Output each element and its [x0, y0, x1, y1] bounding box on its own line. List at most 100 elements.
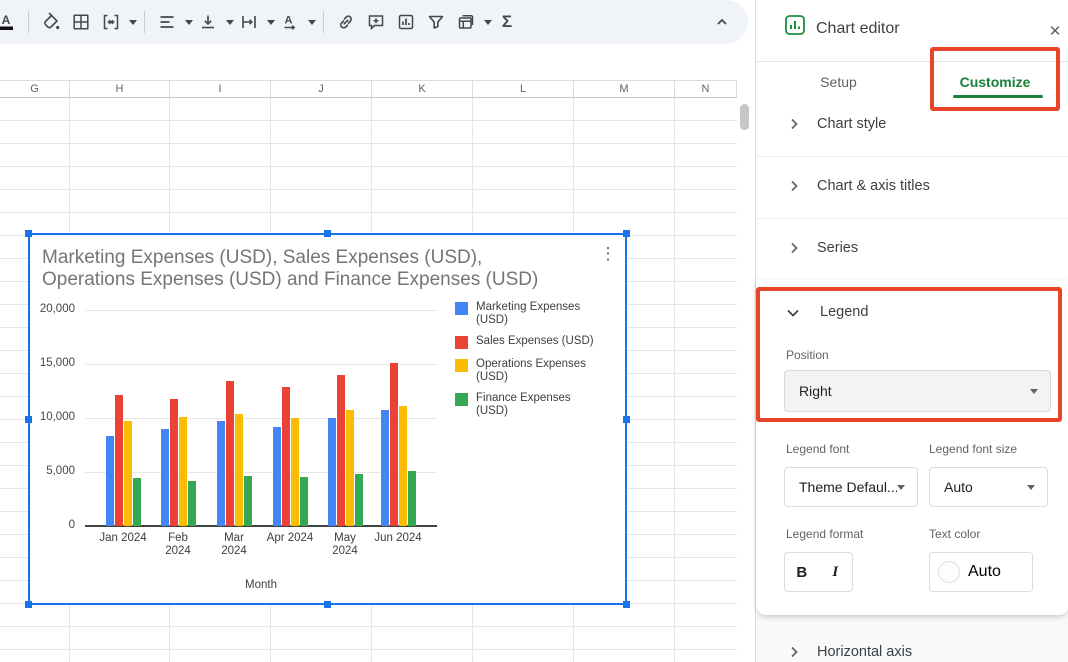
insert-link-icon[interactable]	[333, 8, 359, 36]
fill-color-icon[interactable]	[38, 8, 64, 36]
bar-sales-apr-2024	[282, 387, 290, 526]
chart-handle-top-left[interactable]	[25, 230, 32, 237]
text-color-icon[interactable]: A	[0, 8, 19, 36]
column-header-I[interactable]: I	[170, 81, 271, 97]
legend-position-dropdown[interactable]: Right	[784, 370, 1051, 412]
column-header-M[interactable]: M	[574, 81, 675, 97]
legend-swatch	[455, 336, 468, 349]
svg-text:A: A	[285, 15, 293, 27]
legend-format-label: Legend format	[786, 527, 863, 541]
chart-handle-top-mid[interactable]	[324, 230, 331, 237]
chart-handle-bottom-left[interactable]	[25, 601, 32, 608]
column-header-G[interactable]: G	[0, 81, 70, 97]
legend-entry: Marketing Expenses (USD)	[455, 301, 615, 326]
chart-editor-icon	[784, 14, 806, 41]
chart-handle-mid-left[interactable]	[25, 416, 32, 423]
y-tick-label: 15,000	[30, 357, 75, 369]
insert-chart-icon[interactable]	[393, 8, 419, 36]
bar-marketing-may-2024	[328, 418, 336, 526]
bar-finance-apr-2024	[300, 477, 308, 526]
gridline	[85, 310, 437, 311]
legend-font-size-dropdown[interactable]: Auto	[929, 467, 1048, 507]
vertical-align-icon[interactable]	[195, 8, 221, 36]
horizontal-align-dropdown-caret[interactable]	[185, 20, 193, 25]
bar-operations-mar-2024	[235, 414, 243, 526]
chart-handle-bottom-mid[interactable]	[324, 601, 331, 608]
dropdown-caret-icon	[897, 485, 905, 490]
column-header-H[interactable]: H	[70, 81, 170, 97]
x-tick-label: Jan 2024	[92, 532, 154, 545]
vertical-scrollbar-thumb[interactable]	[740, 104, 749, 130]
chevron-right-icon	[786, 116, 802, 137]
vertical-scrollbar[interactable]	[738, 98, 752, 662]
horizontal-align-icon[interactable]	[154, 8, 180, 36]
borders-icon[interactable]	[68, 8, 94, 36]
bold-button[interactable]: B	[785, 553, 819, 591]
column-header-J[interactable]: J	[271, 81, 372, 97]
section-series[interactable]: Series	[756, 218, 1068, 280]
text-color-dropdown[interactable]: Auto	[929, 552, 1033, 592]
italic-button[interactable]: I	[819, 553, 853, 591]
bar-finance-jun-2024	[408, 471, 416, 526]
chart-handle-bottom-right[interactable]	[623, 601, 630, 608]
section-label: Horizontal axis	[817, 644, 912, 660]
close-icon[interactable]: ✕	[1043, 20, 1067, 44]
chart-handle-top-right[interactable]	[623, 230, 630, 237]
y-tick-label: 20,000	[30, 303, 75, 315]
position-label: Position	[786, 348, 829, 362]
bar-marketing-jan-2024	[106, 436, 114, 526]
section-label: Chart & axis titles	[817, 178, 930, 194]
panel-bottom-area: Horizontal axis	[756, 615, 1068, 662]
chevron-down-icon[interactable]	[784, 304, 802, 327]
chart-handle-mid-right[interactable]	[623, 416, 630, 423]
chart-editor-panel: Chart editor ✕ Setup Customize Chart sty…	[755, 0, 1068, 662]
legend-label: Sales Expenses (USD)	[476, 335, 604, 348]
chevron-right-icon	[786, 178, 802, 199]
x-tick-label: Apr 2024	[259, 532, 321, 545]
toolbar-divider	[144, 11, 145, 33]
legend-font-label: Legend font	[786, 442, 849, 456]
bar-marketing-apr-2024	[273, 427, 281, 526]
legend-position-value: Right	[799, 383, 1030, 399]
table-views-icon[interactable]	[453, 8, 479, 36]
y-tick-label: 10,000	[30, 411, 75, 423]
section-label: Series	[817, 240, 858, 256]
legend-section-title[interactable]: Legend	[820, 304, 868, 320]
merge-cells-icon[interactable]	[98, 8, 124, 36]
gridline	[85, 364, 437, 365]
chevron-right-icon	[786, 644, 802, 662]
column-headers: GHIJKLMN	[0, 80, 737, 98]
text-wrap-dropdown-caret[interactable]	[267, 20, 275, 25]
section-chart-style[interactable]: Chart style	[756, 94, 1068, 156]
panel-header: Chart editor ✕	[756, 0, 1068, 62]
embedded-chart[interactable]: Marketing Expenses (USD), Sales Expenses…	[28, 233, 627, 605]
x-tick-label: Mar2024	[203, 532, 265, 558]
dropdown-caret-icon	[1030, 389, 1038, 394]
column-header-L[interactable]: L	[473, 81, 574, 97]
insert-comment-icon[interactable]	[363, 8, 389, 36]
functions-icon[interactable]: Σ	[494, 8, 520, 36]
column-header-K[interactable]: K	[372, 81, 473, 97]
text-rotation-dropdown-caret[interactable]	[308, 20, 316, 25]
bar-finance-may-2024	[355, 474, 363, 526]
create-filter-icon[interactable]	[423, 8, 449, 36]
collapse-toolbar-icon[interactable]	[708, 8, 736, 36]
legend-format-group: B I	[784, 552, 853, 592]
panel-title: Chart editor	[816, 20, 900, 38]
bar-operations-jun-2024	[399, 406, 407, 526]
table-views-dropdown-caret[interactable]	[484, 20, 492, 25]
vertical-align-dropdown-caret[interactable]	[226, 20, 234, 25]
text-wrap-icon[interactable]	[236, 8, 262, 36]
grid-column-line	[674, 98, 675, 662]
section-horizontal-axis[interactable]: Horizontal axis	[756, 628, 1068, 662]
x-tick-label: Jun 2024	[367, 532, 429, 545]
section-chart-axis-titles[interactable]: Chart & axis titles	[756, 156, 1068, 218]
legend-entry: Sales Expenses (USD)	[455, 335, 615, 349]
column-header-N[interactable]: N	[675, 81, 737, 97]
text-rotation-icon[interactable]: A	[277, 8, 303, 36]
text-color-swatch	[938, 561, 960, 583]
x-axis-title: Month	[85, 579, 437, 591]
bar-sales-mar-2024	[226, 381, 234, 526]
legend-font-dropdown[interactable]: Theme Defaul...	[784, 467, 918, 507]
merge-cells-dropdown-caret[interactable]	[129, 20, 137, 25]
